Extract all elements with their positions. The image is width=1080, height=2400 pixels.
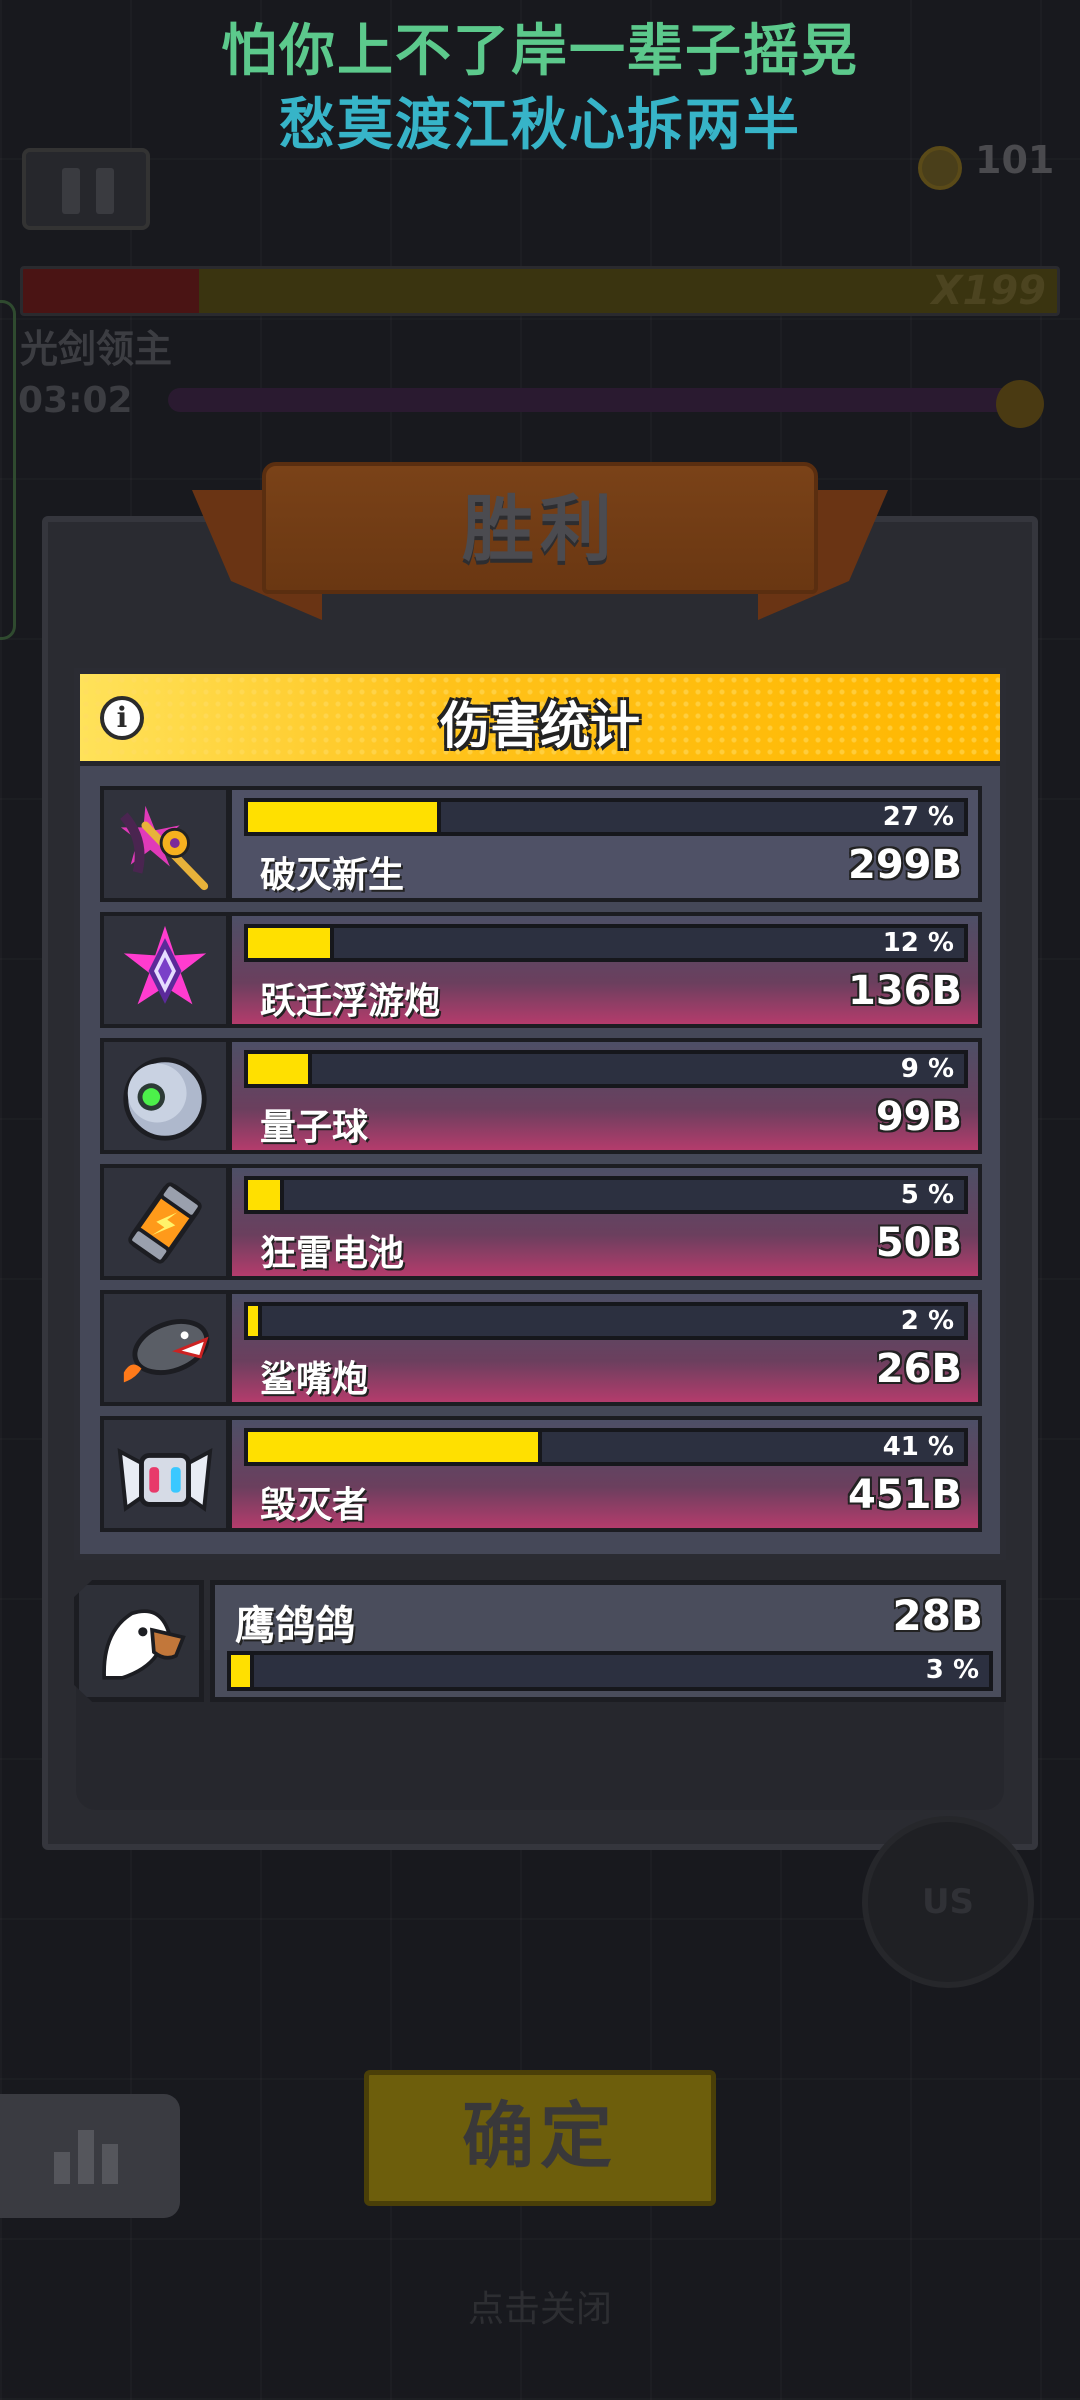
lyric-line-2: 愁莫渡江秋心拆两半	[279, 93, 801, 158]
weapon-name: 狂雷电池	[260, 1233, 405, 1274]
damage-share-bar: 41 %	[244, 1428, 968, 1466]
damage-percent: 41 %	[882, 1432, 954, 1462]
damage-percent: 27 %	[882, 802, 954, 832]
damage-share-bar: 5 %	[244, 1176, 968, 1214]
weapon-damage: 136B	[848, 968, 962, 1014]
tap-to-close-hint[interactable]: 点击关闭	[0, 2280, 1080, 2332]
weapon-name: 破灭新生	[260, 855, 405, 896]
weapon-row: 27 % 破灭新生 299B	[100, 786, 982, 902]
companion-damage: 28B	[892, 1591, 983, 1640]
weapon-damage: 26B	[875, 1346, 962, 1392]
damage-stats-header: i 伤害统计	[80, 674, 1000, 766]
damage-stats-title: 伤害统计	[440, 697, 640, 755]
weapon-damage: 451B	[848, 1472, 962, 1518]
damage-percent: 5 %	[900, 1180, 954, 1210]
damage-percent: 9 %	[900, 1054, 954, 1084]
victory-title: 胜利	[461, 487, 618, 571]
destroyer-drone-icon	[117, 1447, 213, 1512]
weapon-row: 41 % 毁灭者 451B	[100, 1416, 982, 1532]
weapon-damage: 50B	[875, 1220, 962, 1266]
damage-share-fill	[248, 928, 334, 958]
companion-row: 鹰鸽鸽 28B 3 %	[74, 1580, 1006, 1702]
damage-share-fill	[248, 1306, 263, 1336]
experience-bar	[168, 388, 1018, 412]
damage-share-bar: 27 %	[244, 798, 968, 836]
compass-button[interactable]: US	[862, 1816, 1034, 1988]
damage-share-bar: 9 %	[244, 1050, 968, 1088]
damage-percent: 2 %	[900, 1306, 954, 1336]
boss-health-bar	[20, 266, 1060, 316]
xp-orb-icon	[996, 380, 1044, 428]
weapon-row: 5 % 狂雷电池 50B	[100, 1164, 982, 1280]
weapon-name: 量子球	[260, 1107, 369, 1148]
damage-percent: 12 %	[882, 928, 954, 958]
statistics-button[interactable]	[0, 2094, 180, 2218]
warp-crystal-icon	[123, 925, 207, 1005]
star-sword-icon	[120, 805, 209, 891]
boss-name: 光剑领主	[20, 327, 173, 371]
stage-timer: 03:02	[18, 380, 133, 421]
damage-share-fill	[248, 1432, 542, 1462]
damage-share-fill	[248, 802, 442, 832]
bar-chart-icon	[54, 2130, 118, 2184]
damage-stats-card: i 伤害统计 27 % 破灭新生 299B 12 % 跃迁浮游炮 136B 9 …	[74, 668, 1006, 1560]
companion-name: 鹰鸽鸽	[235, 1603, 355, 1649]
weapon-row: 2 % 鲨嘴炮 26B	[100, 1290, 982, 1406]
damage-share-bar: 2 %	[244, 1302, 968, 1340]
shark-cannon-icon	[123, 1319, 210, 1383]
damage-share-fill	[248, 1054, 313, 1084]
health-multiplier: X199	[931, 268, 1046, 314]
lyric-line-1: 怕你上不了岸一辈子摇晃	[221, 19, 859, 84]
damage-share-bar: 3 %	[227, 1651, 993, 1691]
side-drawer-handle[interactable]	[0, 300, 16, 640]
eagle-icon	[102, 1609, 186, 1680]
weapon-damage: 99B	[875, 1094, 962, 1140]
damage-share-fill	[248, 1180, 284, 1210]
damage-share-bar: 12 %	[244, 924, 968, 962]
compass-label: US	[921, 1882, 975, 1922]
damage-share-fill	[231, 1655, 254, 1687]
quantum-orb-icon	[123, 1057, 207, 1141]
weapon-name: 跃迁浮游炮	[260, 981, 441, 1022]
pause-icon	[62, 168, 80, 214]
weapon-name: 毁灭者	[260, 1485, 369, 1526]
weapon-row: 12 % 跃迁浮游炮 136B	[100, 912, 982, 1028]
thunder-battery-icon	[128, 1182, 202, 1264]
weapon-row: 9 % 量子球 99B	[100, 1038, 982, 1154]
weapon-name: 鲨嘴炮	[260, 1359, 369, 1400]
damage-percent: 3 %	[925, 1655, 979, 1685]
weapon-damage: 299B	[848, 842, 962, 888]
confirm-button[interactable]: 确定	[364, 2070, 716, 2206]
